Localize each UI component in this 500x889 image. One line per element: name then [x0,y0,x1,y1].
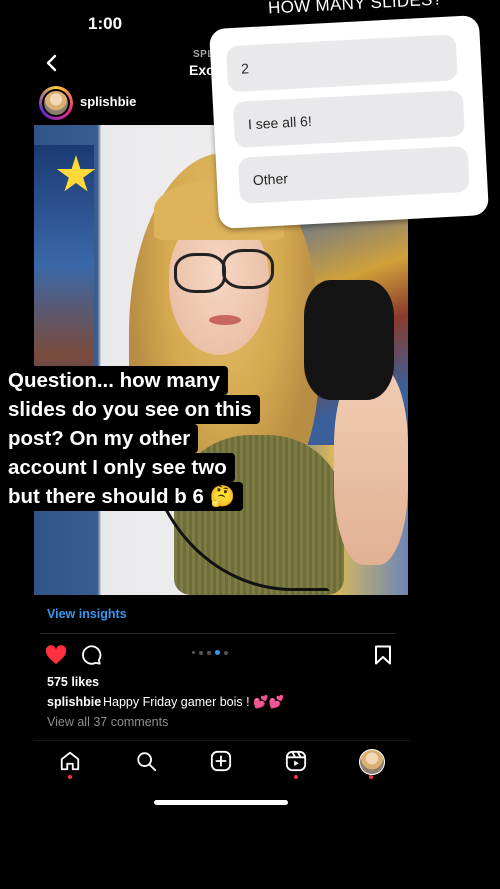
notification-dot [369,775,373,779]
search-icon[interactable] [135,750,157,772]
view-insights-link[interactable]: View insights [47,607,127,621]
caption-line: slides do you see on this [0,395,260,424]
game-controller [304,280,394,400]
reels-icon[interactable] [285,750,307,772]
poll-sticker: 2 I see all 6! Other [208,15,490,229]
caption-line: Question... how many [0,366,228,395]
glasses-left [174,253,226,293]
caption-overlay: Question... how many slides do you see o… [0,366,260,511]
lips [209,315,241,325]
poll-option-3[interactable]: Other [237,145,470,204]
comment-icon[interactable] [80,644,102,666]
carousel-dot [192,651,195,654]
caption-line: post? On my other [0,424,199,453]
poll-option-1[interactable]: 2 [225,34,458,93]
chevron-left-icon[interactable] [44,54,60,72]
carousel-dot [199,650,203,655]
caption-line: account I only see two [0,453,235,482]
poll-option-2[interactable]: I see all 6! [232,90,465,148]
notification-dot [294,775,298,779]
post-username[interactable]: splishbie [80,94,136,109]
caption-line: but there should b 6 🤔 [0,482,244,511]
home-indicator[interactable] [154,800,288,805]
avatar[interactable] [44,91,68,115]
glasses-right [222,249,274,289]
carousel-dot [207,650,211,655]
view-comments-link[interactable]: View all 37 comments [47,715,168,729]
caption-username[interactable]: splishbie [47,695,101,709]
carousel-indicator [192,650,228,655]
like-count[interactable]: 575 likes [47,675,99,689]
home-icon[interactable] [59,750,81,772]
nav-divider [34,740,410,741]
profile-avatar[interactable] [359,749,385,775]
divider [40,633,396,634]
status-time: 1:00 [88,14,123,33]
bookmark-icon[interactable] [374,645,392,665]
caption-text: Happy Friday gamer bois ! 💕💕 [103,695,285,709]
heart-filled-icon[interactable] [45,645,67,665]
carousel-dot [224,650,228,655]
plus-square-icon[interactable] [210,750,232,772]
notification-dot [68,775,72,779]
carousel-dot-active [215,650,220,655]
